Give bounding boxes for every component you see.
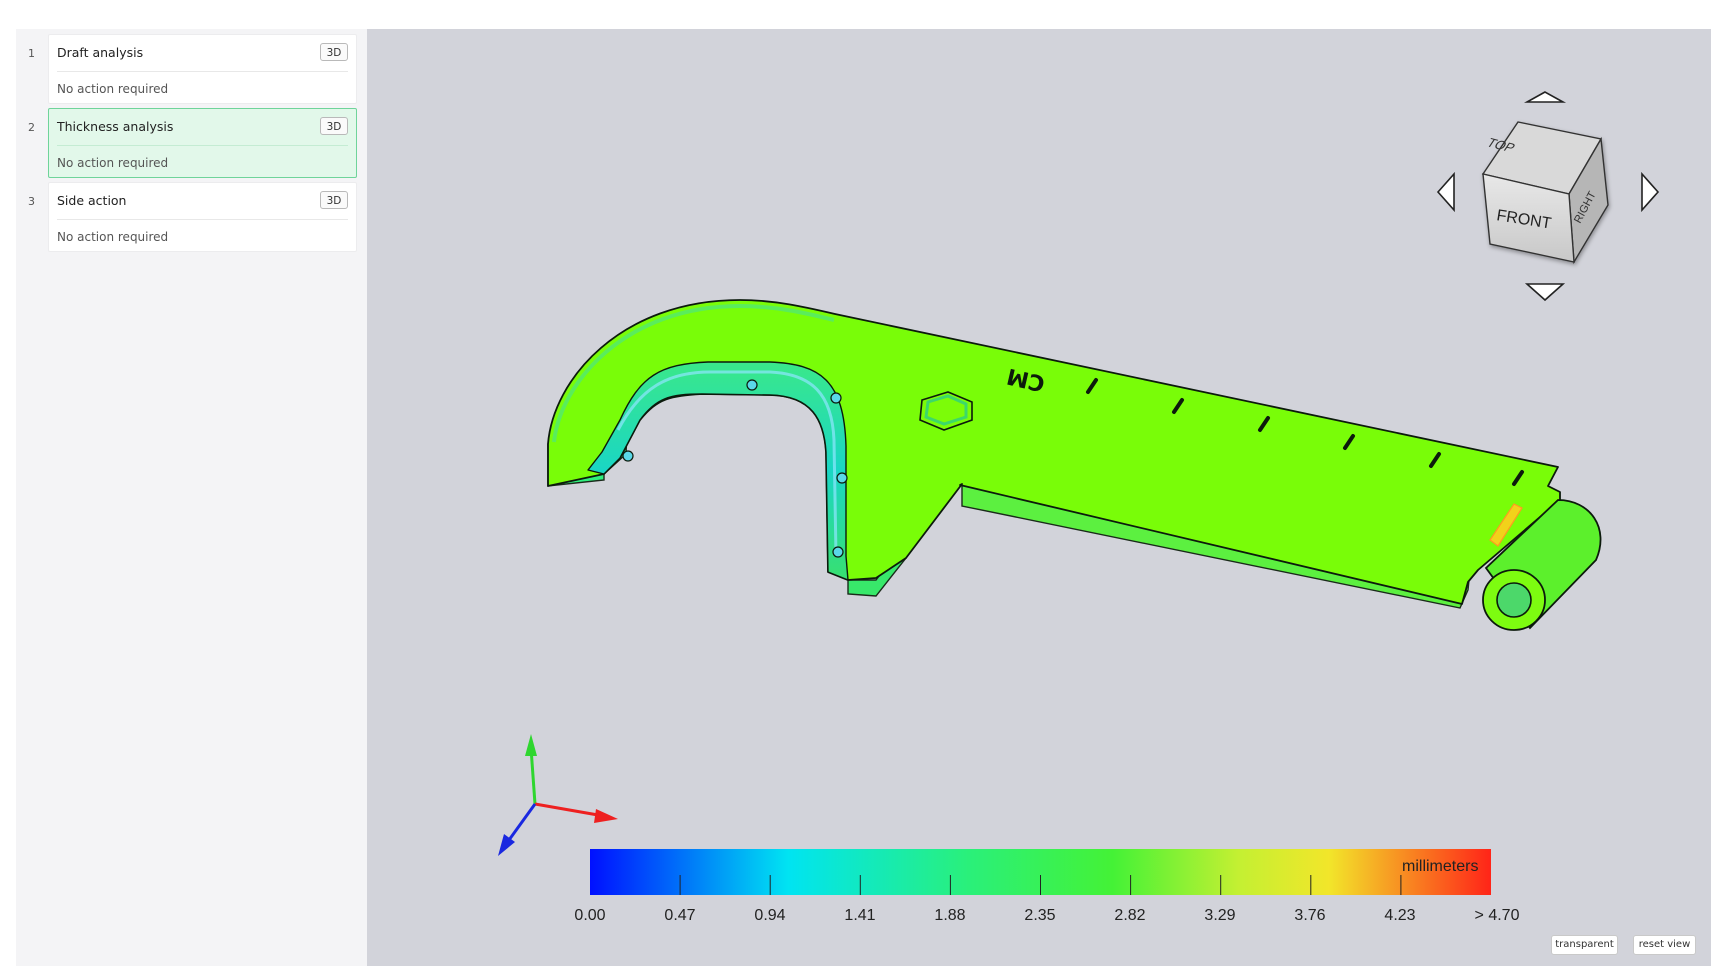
3d-viewport[interactable]: CM TOP FRONT RIGHT millimeters 0.00 0.47… bbox=[367, 29, 1711, 966]
step-draft-analysis: 1 Draft analysis 3D No action required bbox=[16, 29, 367, 104]
view-cube[interactable]: TOP FRONT RIGHT bbox=[1436, 91, 1660, 302]
color-legend bbox=[590, 849, 1491, 895]
axis-triad bbox=[498, 734, 618, 856]
step-status: No action required bbox=[57, 82, 169, 96]
step-side-action: 3 Side action 3D No action required bbox=[16, 177, 367, 252]
hinge-bore bbox=[1496, 582, 1532, 618]
view-3d-button[interactable]: 3D bbox=[320, 191, 348, 209]
step-card[interactable]: Draft analysis 3D No action required bbox=[48, 34, 357, 104]
reset-view-button[interactable]: reset view bbox=[1633, 935, 1696, 955]
transparent-button[interactable]: transparent bbox=[1551, 935, 1618, 955]
rotate-left-arrow bbox=[1436, 171, 1455, 213]
hole bbox=[832, 546, 844, 558]
legend-tick-label: 2.35 bbox=[1024, 907, 1056, 924]
view-3d-button[interactable]: 3D bbox=[320, 117, 348, 135]
legend-tick-label: 0.00 bbox=[574, 907, 606, 924]
scene-canvas[interactable]: CM TOP FRONT RIGHT bbox=[367, 29, 1711, 966]
divider bbox=[57, 219, 348, 220]
view-3d-button[interactable]: 3D bbox=[320, 43, 348, 61]
app: 1 Draft analysis 3D No action required 2… bbox=[0, 0, 1719, 973]
legend-tick-label: > 4.70 bbox=[1474, 907, 1520, 924]
part-model[interactable]: CM bbox=[547, 299, 1602, 631]
divider bbox=[57, 145, 348, 146]
rotate-up-arrow bbox=[1523, 91, 1567, 103]
legend-tick-label: 4.23 bbox=[1384, 907, 1416, 924]
legend-tick-label: 1.41 bbox=[844, 907, 876, 924]
rotate-down-arrow bbox=[1524, 283, 1566, 302]
step-title: Side action bbox=[57, 193, 127, 208]
analysis-sidebar: 1 Draft analysis 3D No action required 2… bbox=[16, 29, 367, 966]
step-number: 1 bbox=[28, 47, 35, 60]
part-top-surface bbox=[547, 299, 1561, 605]
step-status: No action required bbox=[57, 230, 169, 244]
step-title: Thickness analysis bbox=[57, 119, 174, 134]
step-number: 2 bbox=[28, 121, 35, 134]
divider bbox=[57, 71, 348, 72]
legend-tick-label: 3.76 bbox=[1294, 907, 1326, 924]
legend-units-label: millimeters bbox=[1402, 858, 1479, 875]
hole bbox=[746, 379, 758, 391]
step-title: Draft analysis bbox=[57, 45, 144, 60]
step-number: 3 bbox=[28, 195, 35, 208]
step-status: No action required bbox=[57, 156, 169, 170]
step-thickness-analysis: 2 Thickness analysis 3D No action requir… bbox=[16, 103, 367, 178]
hole bbox=[836, 472, 848, 484]
hole bbox=[830, 392, 842, 404]
legend-tick-label: 3.29 bbox=[1204, 907, 1236, 924]
legend-tick-label: 0.47 bbox=[664, 907, 696, 924]
step-card-active[interactable]: Thickness analysis 3D No action required bbox=[48, 108, 357, 178]
hole bbox=[622, 450, 634, 462]
legend-tick-label: 2.82 bbox=[1114, 907, 1146, 924]
rotate-right-arrow bbox=[1641, 171, 1660, 213]
legend-tick-label: 0.94 bbox=[754, 907, 786, 924]
legend-tick-label: 1.88 bbox=[934, 907, 966, 924]
step-card[interactable]: Side action 3D No action required bbox=[48, 182, 357, 252]
